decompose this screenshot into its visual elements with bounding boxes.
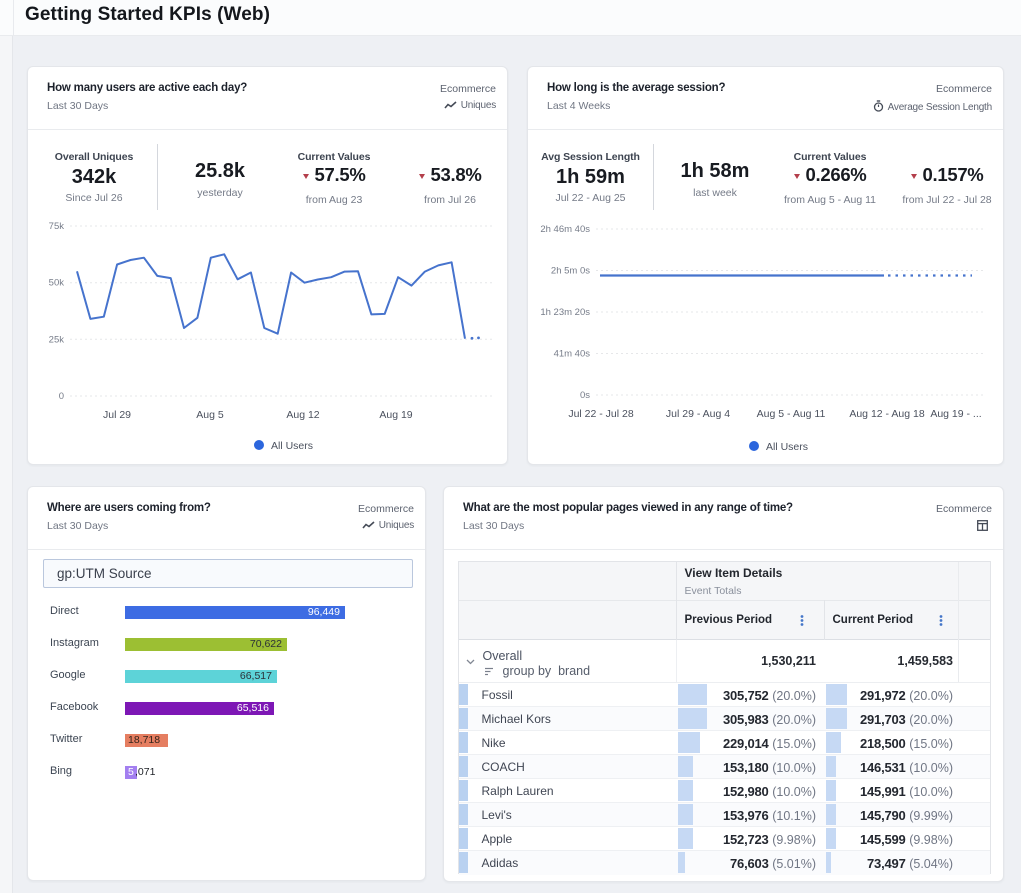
svg-text:Jul 29: Jul 29 [103,409,131,421]
svg-text:Jul 22 - Jul 28: Jul 22 - Jul 28 [568,408,634,420]
svg-text:Jul 29 - Aug 4: Jul 29 - Aug 4 [666,408,730,420]
svg-text:Aug 12 - Aug 18: Aug 12 - Aug 18 [849,408,924,420]
svg-text:Aug 12: Aug 12 [286,409,319,421]
svg-text:All Users: All Users [766,441,808,453]
svg-text:75k: 75k [49,221,65,232]
svg-text:1h 23m 20s: 1h 23m 20s [540,307,590,318]
svg-text:41m 40s: 41m 40s [554,349,591,360]
svg-text:All Users: All Users [271,440,313,452]
svg-text:2h 46m 40s: 2h 46m 40s [540,224,590,235]
svg-text:Aug 19 - ...: Aug 19 - ... [930,408,981,420]
svg-text:Aug 5: Aug 5 [196,409,224,421]
svg-text:25k: 25k [49,334,65,345]
svg-text:Aug 5 - Aug 11: Aug 5 - Aug 11 [757,408,826,420]
svg-text:0s: 0s [580,390,590,401]
svg-text:50k: 50k [49,278,65,289]
svg-text:2h 5m 0s: 2h 5m 0s [551,266,590,277]
svg-text:0: 0 [59,391,64,402]
svg-text:Aug 19: Aug 19 [379,409,412,421]
